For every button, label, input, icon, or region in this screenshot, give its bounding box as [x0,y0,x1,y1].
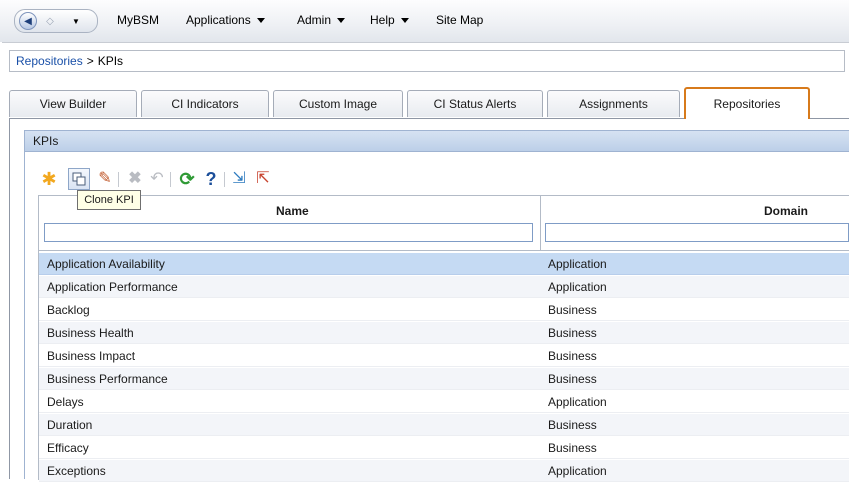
table-row[interactable]: Business Impact Business [39,345,849,367]
toolbar-separator [224,172,225,187]
domain-filter-input[interactable] [545,223,849,242]
menu-applications[interactable]: Applications [186,13,265,27]
kpi-domain-cell: Application [548,279,607,294]
tab-repositories[interactable]: Repositories [684,87,810,119]
kpi-name-cell: Business Impact [47,348,136,363]
edit-icon[interactable]: ✎ [94,168,116,190]
tab-assignments[interactable]: Assignments [547,90,680,117]
navigation-control: ◀ ◇ ▼ [14,9,98,33]
clone-kpi-tooltip: Clone KPI [77,190,141,210]
breadcrumb-link-repositories[interactable]: Repositories [16,54,83,68]
menu-mybsm[interactable]: MyBSM [117,13,159,27]
tab-custom-image[interactable]: Custom Image [273,90,403,117]
refresh-icon[interactable]: ⟳ [176,168,198,190]
kpi-name-cell: Exceptions [47,463,106,478]
table-row[interactable]: Application Performance Application [39,276,849,298]
menu-site-map[interactable]: Site Map [436,13,483,27]
top-menu-bar: ◀ ◇ ▼ MyBSM Applications Admin Help Site… [0,0,849,43]
menu-help[interactable]: Help [370,13,409,27]
left-margin [0,42,2,479]
header-divider [38,250,849,251]
forward-arrow-icon[interactable]: ◇ [41,12,59,30]
tab-ci-indicators[interactable]: CI Indicators [141,90,269,117]
kpi-domain-cell: Business [548,348,597,363]
kpi-name-cell: Backlog [47,302,90,317]
tab-view-builder[interactable]: View Builder [9,90,137,117]
back-arrow-icon[interactable]: ◀ [19,12,37,30]
kpi-name-cell: Business Health [47,325,134,340]
chevron-down-icon [337,17,346,23]
menu-admin[interactable]: Admin [297,13,346,27]
table-row[interactable]: Duration Business [39,414,849,436]
column-divider[interactable] [540,195,541,250]
clone-icon[interactable] [68,168,90,190]
kpi-domain-cell: Application [548,394,607,409]
chevron-down-icon [400,17,409,23]
tab-ci-status-alerts[interactable]: CI Status Alerts [407,90,543,117]
import-icon[interactable]: ⇲ [228,168,250,190]
kpi-domain-cell: Application [548,463,607,478]
toolbar-separator [118,172,119,187]
kpi-name-cell: Application Availability [47,256,165,271]
table-row[interactable]: Business Health Business [39,322,849,344]
kpi-name-cell: Application Performance [47,279,178,294]
export-icon[interactable]: ⇱ [252,168,274,190]
undo-icon[interactable]: ↶ [146,168,168,190]
breadcrumb: Repositories > KPIs [9,50,845,72]
kpi-domain-cell: Business [548,417,597,432]
column-header-domain[interactable]: Domain [764,204,808,218]
kpis-panel-title: KPIs [24,130,849,152]
kpi-toolbar: ✱ ✎ ✖ ↶ ⟳ ? ⇲ ⇱ [38,168,438,192]
menu-site-map-label: Site Map [436,13,484,27]
kpi-domain-cell: Business [548,325,597,340]
kpi-domain-cell: Business [548,302,597,317]
table-row[interactable]: Efficacy Business [39,437,849,459]
history-dropdown-icon[interactable]: ▼ [67,12,85,30]
clone-icon-graphic [72,172,86,186]
table-row[interactable]: Backlog Business [39,299,849,321]
menu-admin-label: Admin [297,13,332,27]
kpi-name-cell: Business Performance [47,371,168,386]
chevron-down-icon [256,17,265,23]
menu-applications-label: Applications [186,13,251,27]
column-header-name[interactable]: Name [276,204,309,218]
menu-mybsm-label: MyBSM [117,13,159,27]
delete-icon[interactable]: ✖ [124,168,146,190]
kpi-name-cell: Duration [47,417,93,432]
help-icon[interactable]: ? [200,168,222,190]
toolbar-separator [170,172,171,187]
breadcrumb-current: KPIs [97,54,124,68]
breadcrumb-separator: > [86,54,94,68]
kpi-name-cell: Efficacy [47,440,89,455]
kpi-domain-cell: Application [548,256,607,271]
name-filter-input[interactable] [44,223,533,242]
kpi-name-cell: Delays [47,394,84,409]
kpi-domain-cell: Business [548,440,597,455]
new-icon[interactable]: ✱ [38,168,60,190]
table-row[interactable]: Delays Application [39,391,849,413]
menu-help-label: Help [370,13,395,27]
table-row[interactable]: Application Availability Application [39,253,849,275]
kpi-domain-cell: Business [548,371,597,386]
table-row[interactable]: Business Performance Business [39,368,849,390]
